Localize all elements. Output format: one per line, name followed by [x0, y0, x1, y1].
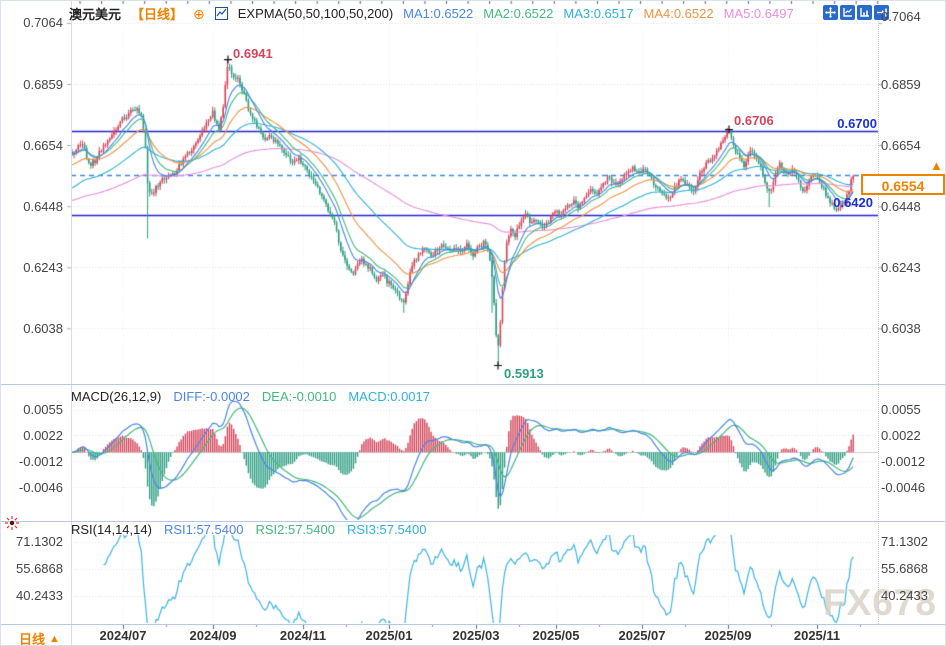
price-chart-canvas[interactable] — [1, 1, 946, 646]
instrument-title: 澳元美元 — [69, 4, 121, 23]
ma1-value: MA1:0.6522 — [403, 6, 473, 21]
macd-value: MACD:0.0017 — [348, 389, 430, 404]
y-axis-label: 0.6038 — [881, 321, 921, 336]
y-axis-label: 0.0022 — [881, 428, 921, 443]
y-axis-label: -0.0046 — [881, 480, 925, 495]
rsi2-value: RSI2:57.5400 — [255, 522, 335, 537]
rsi-title: RSI(14,14,14) — [71, 522, 152, 537]
add-indicator-icon[interactable]: ⊕ — [193, 7, 205, 21]
axis-settings-button[interactable] — [840, 5, 855, 20]
y-axis-label: 0.6448 — [881, 199, 921, 214]
chart-toolbar — [823, 5, 889, 20]
y-axis-label: 0.6859 — [881, 77, 921, 92]
macd-diff-value: DIFF:-0.0002 — [173, 389, 250, 404]
scale-settings-button[interactable] — [857, 5, 872, 20]
timeframe-up-arrow-icon: ▲ — [49, 633, 60, 645]
rsi1-value: RSI1:57.5400 — [164, 522, 244, 537]
y-axis-label: 0.6038 — [1, 321, 63, 336]
x-axis-tick-label: 2025/09 — [705, 628, 752, 643]
ma3-value: MA3:0.6517 — [563, 6, 633, 21]
main-macd-separator — [1, 384, 946, 385]
y-axis-label: 0.6859 — [1, 77, 63, 92]
y-axis-label: 55.6868 — [881, 561, 928, 576]
chart-header: 澳元美元 【日线】 ⊕ EXPMA(50,50,100,50,200) MA1:… — [69, 4, 794, 23]
y-axis-label: 0.6654 — [881, 138, 921, 153]
timeframe-selector[interactable]: 日线 ▲ — [19, 629, 60, 646]
plot-right-border — [878, 1, 879, 624]
pan-tool-button[interactable] — [823, 5, 838, 20]
axis-left-border — [71, 1, 72, 646]
x-axis-tick-label: 2025/01 — [366, 628, 413, 643]
y-axis-label: 0.6243 — [1, 260, 63, 275]
macd-dea-value: DEA:-0.0010 — [262, 389, 336, 404]
indicator-settings-icon[interactable] — [5, 516, 19, 535]
y-axis-label: 0.7064 — [1, 15, 63, 30]
ma5-value: MA5:0.6497 — [724, 6, 794, 21]
y-axis-label: 55.6868 — [1, 561, 63, 576]
y-axis-label: 0.6243 — [881, 260, 921, 275]
y-axis-label: 0.6448 — [1, 199, 63, 214]
ma4-value: MA4:0.6522 — [643, 6, 713, 21]
bar-scale-icon — [859, 7, 870, 18]
y-axis-label: 0.7064 — [881, 9, 921, 24]
x-axis-tick-label: 2025/05 — [533, 628, 580, 643]
timeframe-label: 日线 — [19, 629, 45, 646]
y-axis-label: 71.1302 — [1, 534, 63, 549]
xaxis-separator — [1, 624, 946, 625]
pan-icon — [825, 7, 836, 18]
price-up-arrow-icon: ▲ — [930, 158, 943, 173]
rsi-header: RSI(14,14,14) RSI1:57.5400 RSI2:57.5400 … — [71, 522, 426, 537]
x-axis-tick-label: 2024/09 — [190, 628, 237, 643]
y-axis-label: -0.0012 — [881, 454, 925, 469]
x-axis-tick-label: 2025/07 — [619, 628, 666, 643]
y-axis-label: 0.0055 — [1, 402, 63, 417]
y-axis-label: -0.0012 — [1, 454, 63, 469]
axis-frame-icon — [842, 7, 853, 18]
macd-title: MACD(26,12,9) — [71, 389, 161, 404]
macd-header: MACD(26,12,9) DIFF:-0.0002 DEA:-0.0010 M… — [71, 389, 430, 404]
y-axis-label: -0.0046 — [1, 480, 63, 495]
x-axis-tick-label: 2025/03 — [453, 628, 500, 643]
candlestick-mini-icon — [215, 7, 228, 20]
support-level-label: 0.6420 — [813, 195, 873, 210]
y-axis-label: 0.0022 — [1, 428, 63, 443]
y-axis-label: 40.2433 — [1, 588, 63, 603]
low-annotation: 0.5913 — [504, 366, 544, 381]
y-axis-label: 71.1302 — [881, 534, 928, 549]
resistance-level-label: 0.6700 — [817, 116, 877, 131]
current-price-badge: 0.6554 — [861, 174, 945, 195]
period-selector[interactable]: 【日线】 — [131, 4, 183, 23]
x-axis-tick-label: 2025/11 — [794, 628, 840, 643]
rsi3-value: RSI3:57.5400 — [347, 522, 427, 537]
x-axis-tick-label: 2024/07 — [100, 628, 147, 643]
high-annotation: 0.6706 — [734, 113, 774, 128]
y-axis-label: 0.6654 — [1, 138, 63, 153]
chart-app: FX678 澳元美元 【日线】 ⊕ EXPMA(50,50,100,50,200… — [0, 0, 946, 646]
ma2-value: MA2:0.6522 — [483, 6, 553, 21]
y-axis-label: 40.2433 — [881, 588, 928, 603]
indicator-name: EXPMA(50,50,100,50,200) — [238, 6, 393, 21]
y-axis-label: 0.0055 — [881, 402, 921, 417]
high-annotation: 0.6941 — [233, 46, 273, 61]
x-axis-tick-label: 2024/11 — [280, 628, 326, 643]
